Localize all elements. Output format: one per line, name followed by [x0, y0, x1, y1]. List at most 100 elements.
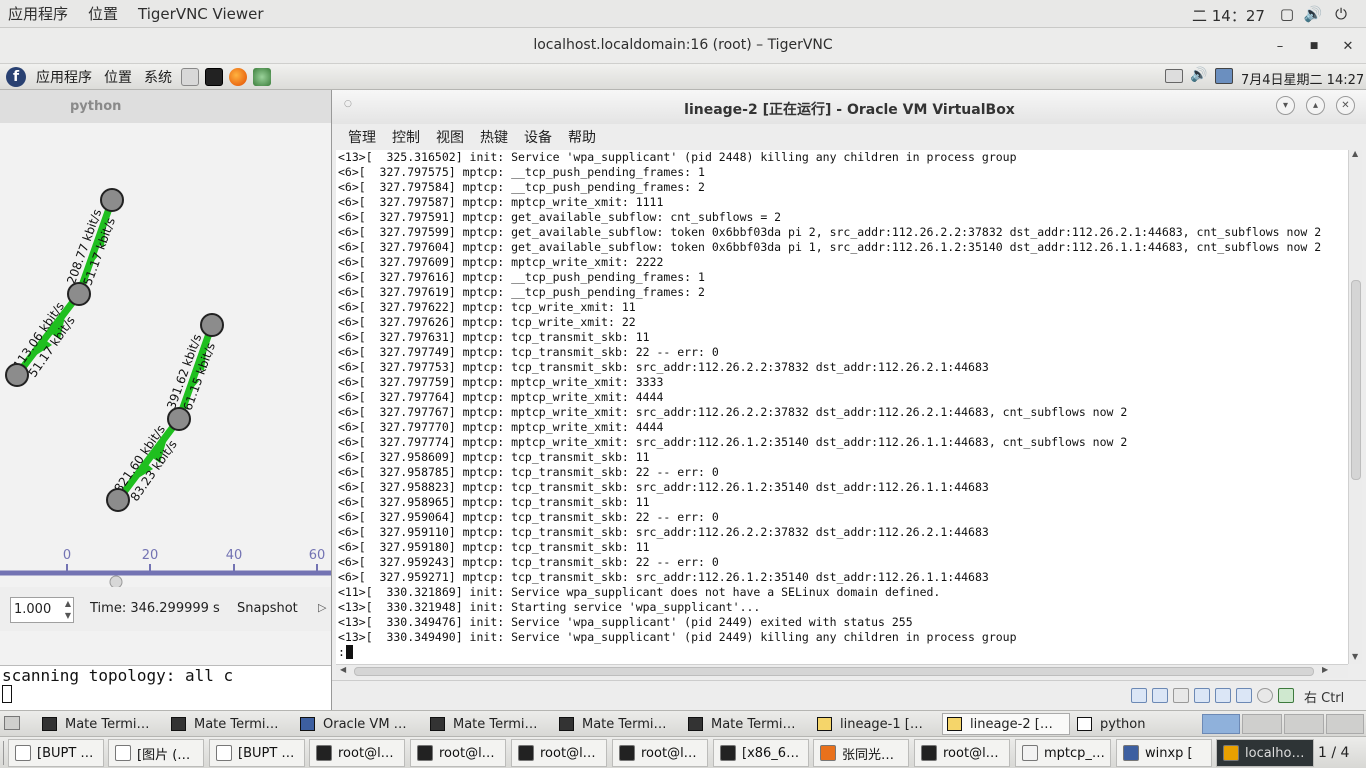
- taskbar-item[interactable]: Mate Termi…: [38, 713, 164, 735]
- topology-node[interactable]: [106, 488, 130, 512]
- taskbar-item[interactable]: root@l…: [914, 739, 1010, 767]
- host-clock[interactable]: 二 14：27: [1192, 5, 1265, 26]
- console-line: <6>[ 327.797770] mptcp: mptcp_write_xmit…: [338, 420, 664, 434]
- guest-datetime[interactable]: 7月4日星期二 14:27: [1241, 69, 1364, 88]
- guest-network-icon[interactable]: [1215, 68, 1233, 84]
- scroll-down-icon[interactable]: ▼: [1352, 652, 1358, 661]
- maximize-button[interactable]: ■: [1304, 36, 1324, 56]
- topology-node[interactable]: [67, 282, 91, 306]
- taskbar-item[interactable]: root@l…: [410, 739, 506, 767]
- guest-console[interactable]: <13>[ 325.316502] init: Service 'wpa_sup…: [336, 150, 1348, 664]
- guest-menu-system[interactable]: 系统: [138, 67, 178, 87]
- guest-menu-applications[interactable]: 应用程序: [30, 67, 98, 87]
- taskbar-item[interactable]: Mate Termi…: [426, 713, 552, 735]
- taskbar-item[interactable]: Mate Termi…: [684, 713, 810, 735]
- taskbar-item[interactable]: python: [1073, 713, 1197, 735]
- taskbar-item[interactable]: localho…: [1216, 739, 1314, 767]
- vbox-minimize-button[interactable]: ▾: [1276, 96, 1295, 115]
- scrollbar-thumb[interactable]: [1351, 280, 1361, 480]
- console-horizontal-scrollbar[interactable]: ◀ ▶: [336, 664, 1348, 678]
- network-adapter-icon[interactable]: [1194, 688, 1210, 703]
- timeline-slider-handle[interactable]: [109, 575, 123, 587]
- network-launcher-icon[interactable]: [253, 67, 271, 86]
- topology-node[interactable]: [5, 363, 29, 387]
- scrollbar-thumb[interactable]: [354, 667, 1314, 676]
- show-desktop-icon[interactable]: [4, 716, 20, 730]
- workspace-3-icon[interactable]: [1284, 714, 1324, 734]
- usb-icon[interactable]: [1236, 688, 1252, 703]
- topology-node[interactable]: [167, 407, 191, 431]
- host-active-app-name[interactable]: TigerVNC Viewer: [130, 5, 276, 23]
- power-icon[interactable]: ⏻: [1332, 5, 1350, 23]
- taskbar-handle[interactable]: [0, 741, 4, 765]
- vbox-maximize-button[interactable]: ▴: [1306, 96, 1325, 115]
- fedora-logo-icon[interactable]: f: [6, 66, 26, 87]
- window-toggle-icon[interactable]: ▢: [1278, 5, 1296, 23]
- menu-control[interactable]: 控制: [392, 127, 420, 147]
- mouse-integration-icon[interactable]: [1278, 688, 1294, 703]
- spin-up-icon[interactable]: ▲: [65, 599, 71, 608]
- scroll-up-icon[interactable]: ▲: [1352, 149, 1358, 158]
- shared-folders-icon[interactable]: [1215, 688, 1231, 703]
- workspace-4-icon[interactable]: [1326, 714, 1364, 734]
- hard-disk-icon[interactable]: [1131, 688, 1147, 703]
- taskbar-item[interactable]: Oracle VM …: [296, 713, 422, 735]
- taskbar-item[interactable]: root@l…: [309, 739, 405, 767]
- terminal-launcher-icon[interactable]: [205, 67, 223, 86]
- capture-icon[interactable]: [1257, 688, 1273, 703]
- host-menu-applications[interactable]: 应用程序: [0, 3, 80, 24]
- workspace-2-icon[interactable]: [1242, 714, 1282, 734]
- file-manager-launcher-icon[interactable]: [181, 67, 199, 86]
- guest-volume-icon[interactable]: 🔊: [1190, 67, 1207, 83]
- menu-help[interactable]: 帮助: [568, 127, 596, 147]
- audio-icon[interactable]: [1173, 688, 1189, 703]
- taskbar-item[interactable]: winxp [: [1116, 739, 1212, 767]
- menu-view[interactable]: 视图: [436, 127, 464, 147]
- taskbar-item[interactable]: [BUPT …: [209, 739, 305, 767]
- topology-canvas[interactable]: 113.06 kbit/s 51.17 kbit/s 208.77 kbit/s…: [0, 123, 331, 587]
- console-line: <11>[ 330.321869] init: Service wpa_supp…: [338, 585, 941, 599]
- topology-node[interactable]: [200, 313, 224, 337]
- taskbar-item[interactable]: Mate Termi…: [555, 713, 681, 735]
- left-terminal[interactable]: scanning topology: all c: [0, 665, 331, 710]
- taskbar-item[interactable]: mptcp_…: [1015, 739, 1111, 767]
- terminal-icon: [430, 717, 445, 731]
- taskbar-item[interactable]: root@l…: [612, 739, 708, 767]
- workspace-1-icon[interactable]: [1202, 714, 1240, 734]
- menu-manage[interactable]: 管理: [348, 127, 376, 147]
- vbox-close-button[interactable]: ✕: [1336, 96, 1355, 115]
- spin-down-icon[interactable]: ▼: [65, 611, 71, 620]
- host-menu-places[interactable]: 位置: [80, 3, 130, 24]
- play-icon[interactable]: ▷: [318, 601, 326, 614]
- python-visualizer-window: python 113.06 kbit/s 51.17 kbit/s 208.77…: [0, 90, 331, 665]
- vbox-titlebar[interactable]: ○ lineage-2 [正在运行] - Oracle VM VirtualBo…: [332, 90, 1366, 124]
- taskbar-item[interactable]: [图片 (…: [108, 739, 204, 767]
- console-vertical-scrollbar[interactable]: ▲ ▼: [1348, 149, 1362, 664]
- python-window-titlebar[interactable]: python: [0, 90, 331, 123]
- scroll-right-icon[interactable]: ▶: [1322, 665, 1328, 674]
- taskbar-item[interactable]: lineage-1 […: [813, 713, 939, 735]
- taskbar-item[interactable]: 张同光…: [813, 739, 909, 767]
- taskbar-item[interactable]: Mate Termi…: [167, 713, 293, 735]
- optical-drive-icon[interactable]: [1152, 688, 1168, 703]
- firefox-launcher-icon[interactable]: [229, 67, 247, 86]
- window-list-taskbar: Mate Termi… Mate Termi… Oracle VM … Mate Te…: [0, 710, 1366, 736]
- menu-devices[interactable]: 设备: [524, 127, 552, 147]
- taskbar-item[interactable]: [BUPT …: [8, 739, 104, 767]
- minimize-button[interactable]: –: [1270, 36, 1290, 56]
- taskbar-item[interactable]: root@l…: [511, 739, 607, 767]
- workspace-indicator[interactable]: 1 / 4: [1318, 745, 1349, 761]
- speed-spinbox[interactable]: 1.000 ▲ ▼: [10, 597, 74, 623]
- host-key-label[interactable]: 右 Ctrl: [1304, 687, 1344, 706]
- taskbar-item[interactable]: lineage-2 […: [942, 713, 1070, 735]
- topology-node[interactable]: [100, 188, 124, 212]
- guest-menu-places[interactable]: 位置: [98, 67, 138, 87]
- taskbar-item[interactable]: [x86_6…: [713, 739, 809, 767]
- vnc-window-titlebar[interactable]: localhost.localdomain:16 (root) – TigerV…: [0, 28, 1366, 64]
- menu-hotkey[interactable]: 热键: [480, 127, 508, 147]
- volume-icon[interactable]: 🔊: [1304, 5, 1323, 23]
- scroll-left-icon[interactable]: ◀: [340, 665, 346, 674]
- close-button[interactable]: ✕: [1338, 36, 1358, 56]
- keyboard-icon[interactable]: [1165, 69, 1183, 83]
- snapshot-button[interactable]: Snapshot: [237, 601, 298, 616]
